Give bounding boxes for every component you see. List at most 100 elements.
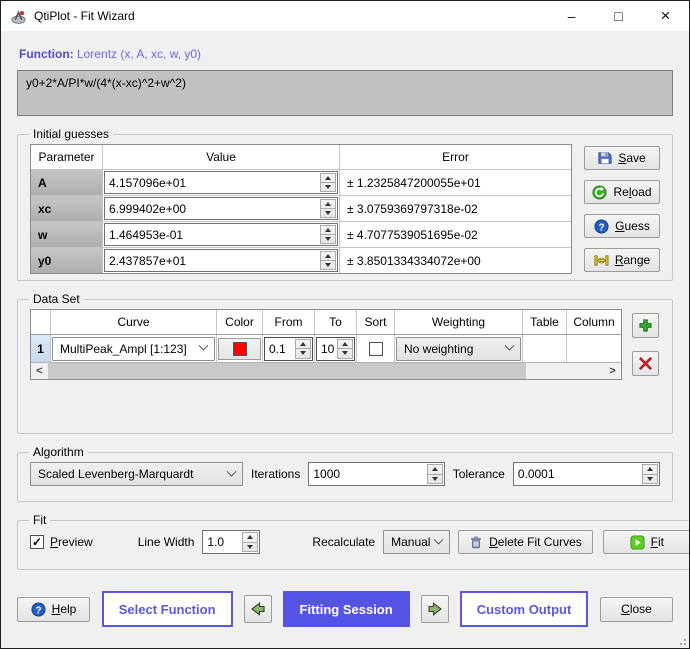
guess-button[interactable]: ? Guess (584, 214, 660, 238)
column-header-column: Column (567, 310, 621, 335)
parameter-name: xc (31, 196, 103, 221)
maximize-icon: □ (614, 8, 622, 24)
column-header-sort: Sort (357, 310, 395, 335)
preview-option[interactable]: ✓ Preview (30, 535, 93, 549)
spin-down-icon[interactable] (321, 235, 335, 243)
run-fit-icon (630, 535, 645, 550)
function-line: Function: Lorentz (x, A, xc, w, y0) (19, 47, 671, 61)
help-button[interactable]: ? Help (17, 597, 90, 622)
value-spinbox-xc[interactable]: 6.999402e+00 (104, 197, 338, 220)
spin-up-icon[interactable] (296, 340, 310, 350)
function-label: Function: (19, 47, 74, 61)
to-spinbox[interactable]: 10 (316, 337, 355, 361)
resize-grip[interactable] (676, 635, 686, 645)
close-icon: × (661, 6, 671, 26)
next-step-button[interactable] (421, 595, 449, 623)
value-spinbox-a[interactable]: 4.157096e+01 (104, 171, 338, 194)
spin-up-icon[interactable] (643, 465, 657, 475)
column-header-curve: Curve (51, 310, 217, 335)
color-swatch (233, 342, 247, 356)
close-window-button[interactable]: × (642, 1, 689, 31)
svg-text:?: ? (599, 222, 605, 233)
minimize-icon: – (568, 8, 576, 24)
svg-text:?: ? (35, 605, 41, 616)
fit-title: Fit (29, 513, 50, 527)
algorithm-title: Algorithm (29, 445, 88, 459)
parameters-table: Parameter Value Error A 4.157096e+01 ± 1… (30, 144, 572, 274)
trash-icon (469, 535, 483, 550)
spin-up-icon[interactable] (321, 174, 335, 183)
line-width-spinbox[interactable]: 1.0 (202, 530, 260, 554)
curve-color-button[interactable] (218, 338, 261, 360)
chevron-down-icon (434, 534, 444, 544)
parameter-error: ± 3.0759369797318e-02 (340, 196, 571, 221)
sort-checkbox[interactable] (369, 342, 383, 356)
spin-down-icon[interactable] (428, 475, 442, 484)
spin-up-icon[interactable] (338, 340, 352, 350)
spin-down-icon[interactable] (643, 475, 657, 484)
weighting-select[interactable]: No weighting (396, 337, 521, 361)
algorithm-select[interactable]: Scaled Levenberg-Marquardt (30, 462, 243, 486)
parameter-name: w (31, 222, 103, 247)
column-header-to: To (315, 310, 357, 335)
spin-down-icon[interactable] (321, 209, 335, 217)
spin-up-icon[interactable] (243, 533, 257, 543)
range-button[interactable]: Range (584, 248, 660, 272)
parameter-row-a: A 4.157096e+01 ± 1.2325847200055e+01 (31, 170, 571, 196)
chevron-down-icon (199, 341, 209, 351)
scroll-left-arrow-icon[interactable]: < (31, 363, 48, 379)
spin-down-icon[interactable] (296, 349, 310, 358)
algorithm-group: Algorithm Scaled Levenberg-Marquardt Ite… (17, 445, 673, 502)
scroll-right-arrow-icon[interactable]: > (604, 363, 621, 379)
parameter-row-xc: xc 6.999402e+00 ± 3.0759369797318e-02 (31, 196, 571, 222)
minimize-button[interactable]: – (548, 1, 595, 31)
spin-down-icon[interactable] (338, 349, 352, 358)
spin-up-icon[interactable] (321, 252, 335, 261)
scrollbar-thumb[interactable] (48, 363, 526, 379)
value-spinbox-w[interactable]: 1.464953e-01 (104, 223, 338, 246)
reload-button[interactable]: Reload (584, 180, 660, 204)
footer: ? Help Select Function Fitting Session C… (17, 591, 673, 627)
spin-down-icon[interactable] (321, 183, 335, 191)
previous-step-button[interactable] (244, 595, 272, 623)
spin-up-icon[interactable] (428, 465, 442, 475)
iterations-spinbox[interactable]: 1000 (308, 462, 444, 486)
data-set-title: Data Set (29, 292, 84, 306)
tolerance-spinbox[interactable]: 0.0001 (513, 462, 660, 486)
recalculate-select[interactable]: Manual (383, 530, 450, 554)
initial-guesses-group: Initial guesses Parameter Value Error A … (17, 127, 673, 281)
parameter-error: ± 4.7077539051695e-02 (340, 222, 571, 247)
fit-button[interactable]: Fit (603, 530, 690, 554)
range-icon (594, 253, 609, 268)
maximize-button[interactable]: □ (595, 1, 642, 31)
spin-up-icon[interactable] (321, 226, 335, 235)
column-header-color: Color (217, 310, 263, 335)
chevron-down-icon (227, 466, 237, 476)
delete-dataset-button[interactable] (632, 351, 659, 376)
close-button[interactable]: Close (600, 597, 673, 622)
select-function-step-button[interactable]: Select Function (102, 591, 233, 627)
parameter-name: y0 (31, 248, 103, 273)
fit-wizard-dialog: QtiPlot - Fit Wizard – □ × Function: Lor… (0, 0, 690, 649)
delete-fit-curves-button[interactable]: Delete Fit Curves (458, 530, 593, 554)
curve-select[interactable]: MultiPeak_Ampl [1:123] (52, 337, 215, 361)
value-spinbox-y0[interactable]: 2.437857e+01 (104, 249, 338, 272)
from-spinbox[interactable]: 0.1 (264, 337, 313, 361)
spin-down-icon[interactable] (321, 261, 335, 269)
preview-checkbox[interactable]: ✓ (30, 535, 44, 549)
reload-icon (592, 185, 607, 200)
column-cell (567, 335, 621, 362)
horizontal-scrollbar[interactable]: < > (31, 362, 621, 379)
column-header-parameter: Parameter (31, 145, 103, 169)
add-dataset-button[interactable] (632, 313, 659, 338)
save-button[interactable]: Save (584, 146, 660, 170)
data-set-group: Data Set Curve Color From To Sort Weight… (17, 292, 673, 434)
parameter-name: A (31, 170, 103, 195)
tolerance-label: Tolerance (453, 467, 505, 481)
delete-x-icon (638, 356, 653, 371)
custom-output-step-button[interactable]: Custom Output (460, 591, 589, 627)
spin-down-icon[interactable] (243, 543, 257, 552)
question-icon: ? (594, 219, 609, 234)
fitting-session-step-button[interactable]: Fitting Session (283, 591, 410, 627)
spin-up-icon[interactable] (321, 200, 335, 209)
